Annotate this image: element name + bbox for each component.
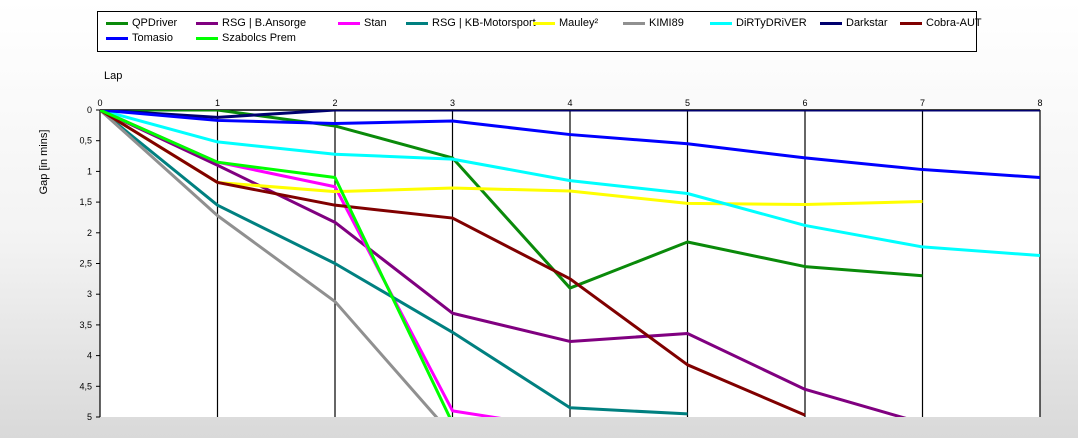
x-tick-label: 4 bbox=[567, 98, 572, 108]
gap-chart: 0 1 2 3 4 5 6 7 8 0 0,5 1 1,5 2 2,5 3 3,5 4 4,5 5 bbox=[79, 98, 1042, 422]
y-tick-label: 3 bbox=[87, 289, 92, 299]
y-tick-label: 4 bbox=[87, 351, 92, 361]
y-tick-labels: 0 0,5 1 1,5 2 2,5 3 3,5 4 4,5 5 bbox=[79, 105, 92, 422]
y-tick-label: 1,5 bbox=[79, 197, 92, 207]
y-tick-label: 2 bbox=[87, 228, 92, 238]
y-tick-label: 0,5 bbox=[79, 136, 92, 146]
y-tick-label: 4,5 bbox=[79, 381, 92, 391]
x-tick-label: 3 bbox=[450, 98, 455, 108]
x-tick-label: 0 bbox=[97, 98, 102, 108]
x-tick-label: 8 bbox=[1037, 98, 1042, 108]
x-tick-label: 7 bbox=[920, 98, 925, 108]
x-tick-label: 2 bbox=[332, 98, 337, 108]
x-tick-labels: 0 1 2 3 4 5 6 7 8 bbox=[97, 98, 1042, 108]
y-tick-label: 5 bbox=[87, 412, 92, 422]
x-tick-label: 5 bbox=[685, 98, 690, 108]
y-tick-label: 2,5 bbox=[79, 259, 92, 269]
y-tick-label: 1 bbox=[87, 166, 92, 176]
y-tick-label: 3,5 bbox=[79, 320, 92, 330]
x-tick-label: 6 bbox=[802, 98, 807, 108]
y-tick-label: 0 bbox=[87, 105, 92, 115]
x-tick-label: 1 bbox=[215, 98, 220, 108]
